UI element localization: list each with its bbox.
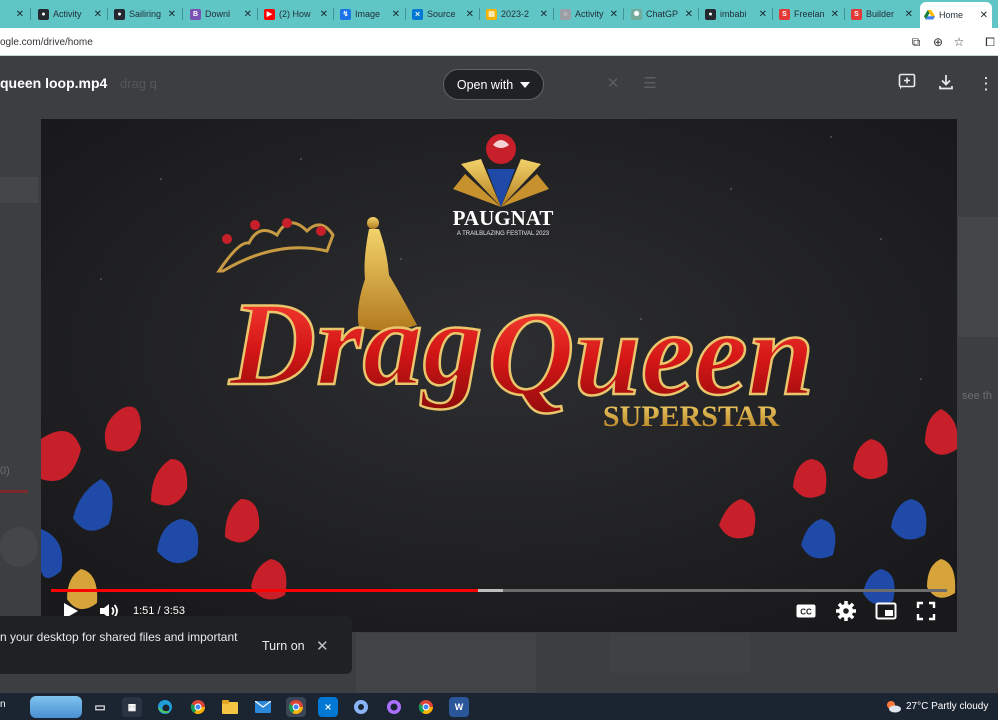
picture-in-picture-icon bbox=[875, 602, 897, 620]
url-field[interactable]: ogle.com/drive/home bbox=[0, 34, 900, 52]
browser-tab[interactable]: ○ Activity ✕ bbox=[556, 4, 622, 24]
progress-played bbox=[51, 589, 479, 592]
github-icon: ● bbox=[38, 8, 49, 20]
browser-tab[interactable]: ● Activity ✕ bbox=[34, 4, 106, 24]
browser-tab-active[interactable]: Home ✕ bbox=[920, 2, 992, 28]
partly-cloudy-icon bbox=[887, 701, 901, 713]
address-bar: ogle.com/drive/home ⧉ ⊕ ☆ ⧠ bbox=[0, 28, 998, 56]
add-comment-icon[interactable] bbox=[896, 73, 918, 95]
close-tab-icon[interactable]: ✕ bbox=[976, 10, 988, 21]
close-tab-icon[interactable]: ✕ bbox=[316, 9, 328, 20]
widgets-icon[interactable]: ▦ bbox=[122, 697, 142, 717]
windows-taskbar: n ▭ ▦ ⨯ W 27°C Partly cloudy bbox=[0, 693, 998, 720]
drag-queen-headline: Drag Queen SUPERSTAR bbox=[227, 276, 816, 433]
edge-icon[interactable] bbox=[155, 697, 175, 717]
close-tab-icon[interactable]: ✕ bbox=[606, 9, 618, 20]
filter-icon: ☰ bbox=[643, 75, 657, 92]
mail-icon[interactable] bbox=[253, 697, 273, 717]
svg-text:SUPERSTAR: SUPERSTAR bbox=[603, 400, 779, 433]
gear-icon bbox=[836, 601, 856, 621]
install-app-icon[interactable]: ⧉ bbox=[908, 34, 924, 50]
bootstrap-icon: B bbox=[190, 8, 201, 20]
captions-button[interactable]: CC bbox=[794, 599, 818, 623]
video-progress-bar[interactable] bbox=[51, 589, 947, 592]
file-name-title: queen loop.mp4 bbox=[0, 75, 108, 91]
youtube-icon: ▶ bbox=[264, 8, 275, 20]
extensions-icon[interactable]: ⧠ bbox=[982, 34, 998, 50]
zoom-icon[interactable]: ⊕ bbox=[930, 34, 946, 50]
weather-widget[interactable]: 27°C Partly cloudy bbox=[885, 699, 988, 713]
browser-tab[interactable]: B Downl ✕ bbox=[186, 4, 256, 24]
svg-text:Drag: Drag bbox=[228, 277, 482, 410]
image-tool-icon: ↯ bbox=[340, 8, 351, 20]
fullscreen-icon bbox=[916, 601, 936, 621]
close-tab-icon[interactable]: ✕ bbox=[12, 9, 24, 20]
more-options-icon[interactable]: ⋮ bbox=[975, 73, 997, 95]
browser-tab[interactable]: ✕ bbox=[0, 4, 28, 24]
freelancer-icon: S bbox=[779, 8, 790, 20]
close-tab-icon[interactable]: ✕ bbox=[536, 9, 548, 20]
close-tab-icon[interactable]: ✕ bbox=[240, 9, 252, 20]
sheet-icon: ▤ bbox=[486, 8, 497, 20]
open-with-label: Open with bbox=[456, 77, 514, 92]
closed-captions-icon: CC bbox=[796, 604, 816, 618]
close-tab-icon[interactable]: ✕ bbox=[462, 9, 474, 20]
open-with-button[interactable]: Open with bbox=[443, 69, 544, 100]
browser-tab[interactable]: ↯ Image ✕ bbox=[336, 4, 404, 24]
close-tab-icon[interactable]: ✕ bbox=[755, 9, 767, 20]
browser-tab[interactable]: ▤ 2023-2 ✕ bbox=[482, 4, 552, 24]
fullscreen-button[interactable] bbox=[914, 599, 938, 623]
browser-tab-strip: ✕ ● Activity ✕ ● Sailiring ✕ B Downl ✕ ▶… bbox=[0, 0, 998, 28]
svg-text:A TRAILBLAZING FESTIVAL 2023: A TRAILBLAZING FESTIVAL 2023 bbox=[457, 231, 550, 237]
download-icon[interactable] bbox=[935, 73, 957, 95]
clear-search-icon: ✕ bbox=[606, 75, 620, 92]
vscode-icon: ⨯ bbox=[412, 8, 423, 20]
browser-tab[interactable]: ▶ (2) How ✕ bbox=[260, 4, 332, 24]
github-icon: ● bbox=[114, 8, 125, 20]
close-tab-icon[interactable]: ✕ bbox=[827, 9, 839, 20]
weather-text: 27°C Partly cloudy bbox=[906, 700, 989, 712]
video-frame: PAUGNAT A TRAILBLAZING FESTIVAL 2023 Dra… bbox=[41, 119, 957, 632]
google-drive-icon bbox=[924, 10, 935, 21]
turn-on-button[interactable]: Turn on bbox=[262, 639, 305, 653]
miniplayer-button[interactable] bbox=[874, 599, 898, 623]
video-player[interactable]: PAUGNAT A TRAILBLAZING FESTIVAL 2023 Dra… bbox=[41, 119, 957, 632]
settings-button[interactable] bbox=[834, 599, 858, 623]
search-box-art[interactable] bbox=[30, 696, 82, 718]
globe-icon: ○ bbox=[560, 8, 571, 20]
vscode-icon[interactable]: ⨯ bbox=[318, 697, 338, 717]
browser-tab[interactable]: S Freelan ✕ bbox=[775, 4, 843, 24]
chrome-profile-icon[interactable] bbox=[416, 697, 436, 717]
browser-tab[interactable]: ● Sailiring ✕ bbox=[110, 4, 180, 24]
word-icon[interactable]: W bbox=[449, 697, 469, 717]
chrome-icon[interactable] bbox=[188, 697, 208, 717]
close-tab-icon[interactable]: ✕ bbox=[681, 9, 693, 20]
chatgpt-icon: ✺ bbox=[631, 8, 642, 20]
browser-tab[interactable]: S Builder ✕ bbox=[847, 4, 917, 24]
bookmark-star-icon[interactable]: ☆ bbox=[951, 34, 967, 50]
chevron-down-icon bbox=[520, 81, 531, 88]
browser-tab[interactable]: ⨯ Source ✕ bbox=[408, 4, 478, 24]
task-view-icon[interactable]: ▭ bbox=[90, 697, 110, 717]
svg-text:CC: CC bbox=[800, 608, 812, 617]
close-tab-icon[interactable]: ✕ bbox=[388, 9, 400, 20]
app-icon[interactable] bbox=[351, 697, 371, 717]
svg-text:PAUGNAT: PAUGNAT bbox=[453, 206, 554, 230]
chrome-active-icon[interactable] bbox=[286, 697, 306, 717]
close-icon[interactable]: ✕ bbox=[316, 637, 329, 655]
close-tab-icon[interactable]: ✕ bbox=[901, 9, 913, 20]
browser-tab[interactable]: ● imbabi ✕ bbox=[701, 4, 771, 24]
github-desktop-icon[interactable] bbox=[384, 697, 404, 717]
builder-icon: S bbox=[851, 8, 862, 20]
close-tab-icon[interactable]: ✕ bbox=[164, 9, 176, 20]
search-ghost-text: drag q bbox=[120, 76, 157, 91]
github-icon: ● bbox=[705, 8, 716, 20]
notification-toast: n your desktop for shared files and impo… bbox=[0, 616, 352, 674]
toast-message: n your desktop for shared files and impo… bbox=[0, 630, 238, 644]
close-tab-icon[interactable]: ✕ bbox=[90, 9, 102, 20]
file-explorer-icon[interactable] bbox=[220, 697, 240, 717]
browser-tab[interactable]: ✺ ChatGP ✕ bbox=[627, 4, 697, 24]
